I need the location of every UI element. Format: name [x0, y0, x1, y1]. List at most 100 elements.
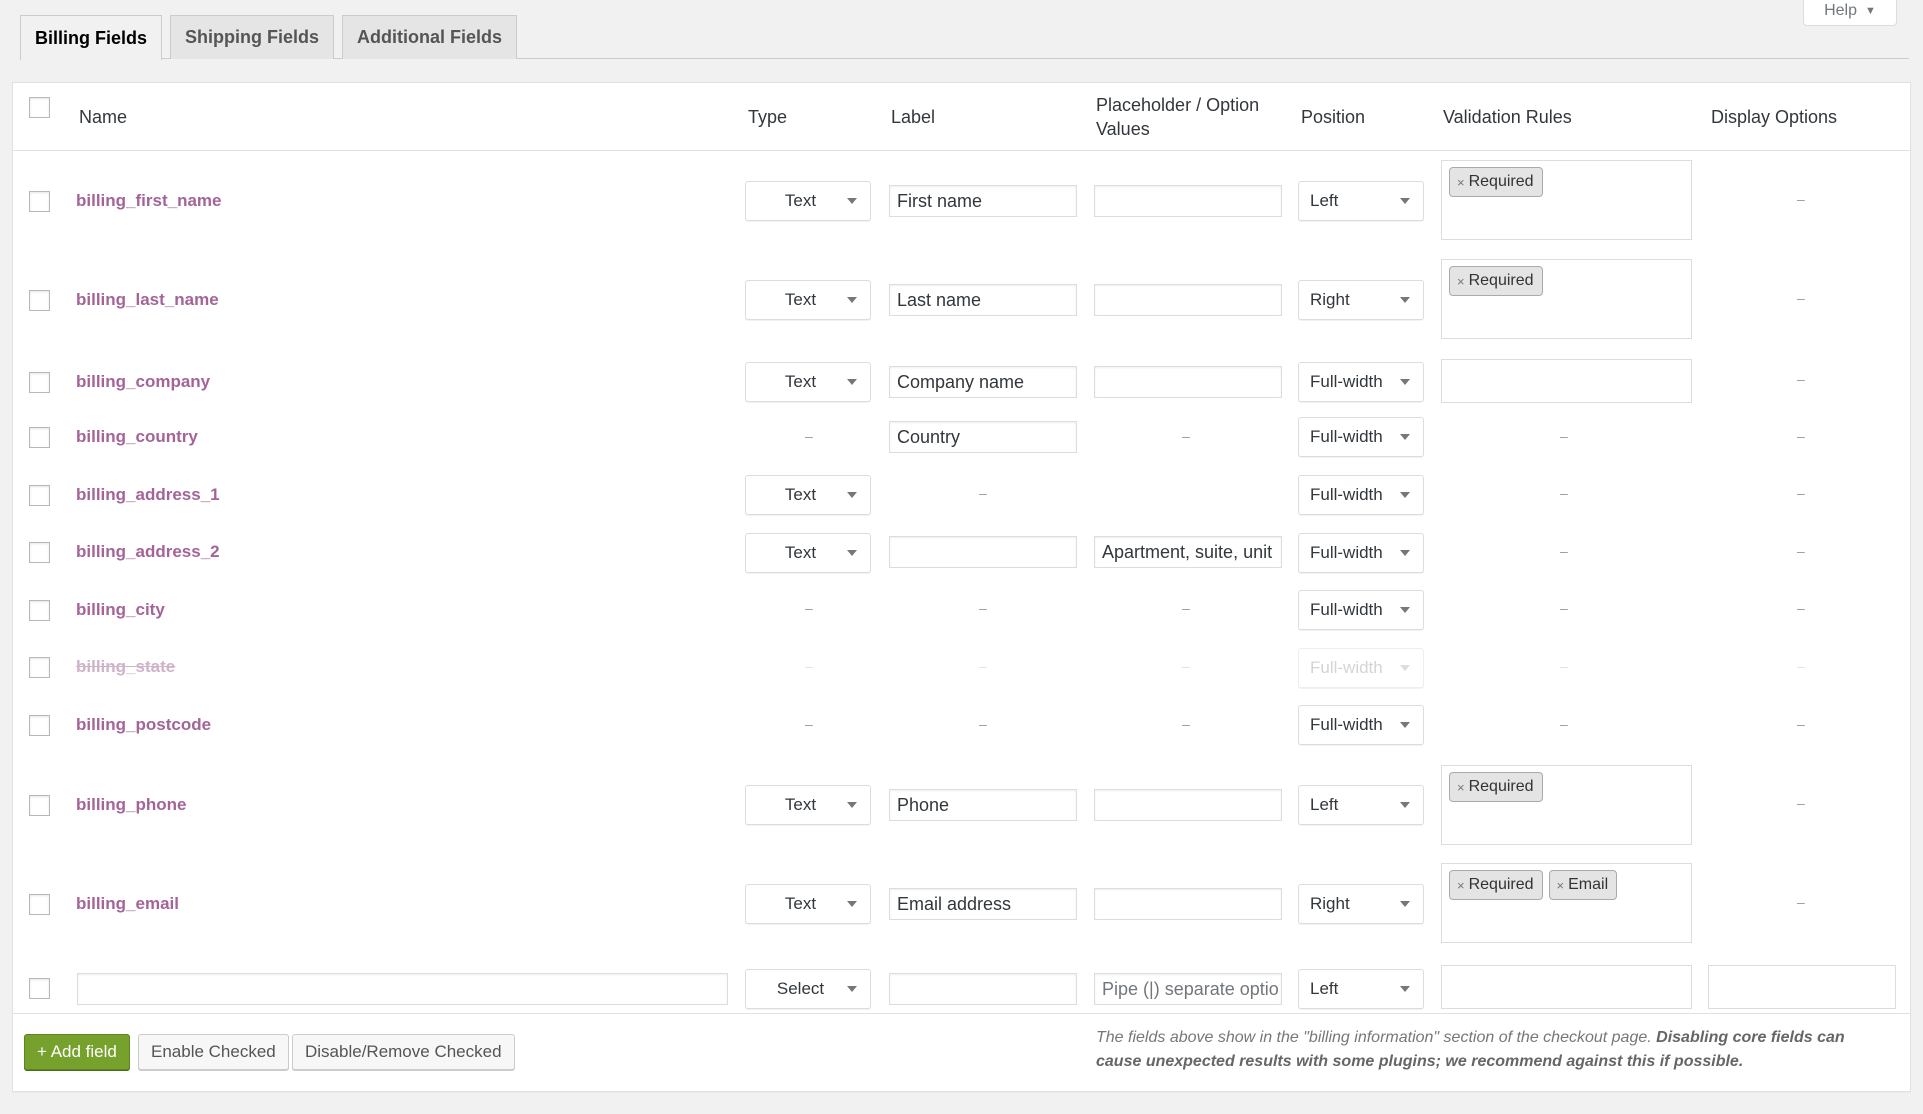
- placeholder-input[interactable]: [1094, 888, 1282, 920]
- type-select[interactable]: Text: [745, 362, 871, 402]
- type-value: Text: [784, 543, 817, 562]
- validation-rules-box[interactable]: × Required: [1441, 160, 1692, 240]
- remove-tag-icon[interactable]: ×: [1457, 878, 1465, 893]
- field-name-link[interactable]: billing_email: [76, 892, 179, 916]
- caret-down-icon: [1400, 722, 1410, 728]
- enable-checked-button[interactable]: Enable Checked: [138, 1034, 289, 1070]
- field-name-link[interactable]: billing_city: [76, 598, 165, 622]
- remove-tag-icon[interactable]: ×: [1457, 780, 1465, 795]
- table-header: Name Type Label Placeholder / Option Val…: [13, 83, 1910, 151]
- label-value: –: [979, 716, 987, 732]
- type-select[interactable]: Text: [745, 533, 871, 573]
- placeholder-input[interactable]: [1094, 284, 1282, 316]
- caret-down-icon: [847, 550, 857, 556]
- validation-rules-box[interactable]: [1441, 965, 1692, 1009]
- row-checkbox[interactable]: [29, 657, 50, 678]
- position-select[interactable]: Full-width: [1298, 705, 1424, 745]
- row-checkbox[interactable]: [29, 894, 50, 915]
- new-field-row: Select Pipe (|) separate optio Left: [13, 954, 1910, 1016]
- placeholder-input[interactable]: [1094, 185, 1282, 217]
- position-value: Full-width: [1310, 715, 1383, 734]
- type-select[interactable]: Text: [745, 884, 871, 924]
- new-field-name-input[interactable]: [77, 973, 728, 1005]
- caret-down-icon: [1400, 802, 1410, 808]
- row-checkbox[interactable]: [29, 978, 50, 999]
- display-options-value: –: [1797, 290, 1805, 306]
- select-all-checkbox[interactable]: [29, 97, 50, 118]
- field-name-link[interactable]: billing_company: [76, 370, 210, 394]
- label-input[interactable]: Company name: [889, 366, 1077, 398]
- tab-shipping-fields[interactable]: Shipping Fields: [170, 15, 335, 59]
- remove-tag-icon[interactable]: ×: [1457, 274, 1465, 289]
- position-select[interactable]: Right: [1298, 884, 1424, 924]
- validation-rules-box[interactable]: [1441, 359, 1692, 403]
- type-select[interactable]: Text: [745, 181, 871, 221]
- validation-tag: × Email: [1548, 870, 1618, 900]
- position-select[interactable]: Full-width: [1298, 417, 1424, 457]
- caret-down-icon: [847, 901, 857, 907]
- position-value: Left: [1310, 191, 1339, 210]
- field-name-link[interactable]: billing_country: [76, 425, 198, 449]
- label-input[interactable]: [889, 973, 1077, 1005]
- label-input[interactable]: Country: [889, 421, 1077, 453]
- placeholder-input[interactable]: Pipe (|) separate optio: [1094, 973, 1282, 1005]
- row-checkbox[interactable]: [29, 290, 50, 311]
- disable-remove-checked-button[interactable]: Disable/Remove Checked: [292, 1034, 515, 1070]
- table-row: billing_phone Text Phone Left × Required …: [13, 756, 1910, 854]
- type-select[interactable]: Select: [745, 969, 871, 1009]
- placeholder-input[interactable]: [1094, 789, 1282, 821]
- field-name-link[interactable]: billing_postcode: [76, 713, 211, 737]
- remove-tag-icon[interactable]: ×: [1557, 878, 1565, 893]
- position-select[interactable]: Full-width: [1298, 533, 1424, 573]
- field-name-link[interactable]: billing_first_name: [76, 189, 221, 213]
- position-select[interactable]: Full-width: [1298, 590, 1424, 630]
- label-value: –: [979, 658, 987, 674]
- row-checkbox[interactable]: [29, 715, 50, 736]
- caret-down-icon: [1400, 607, 1410, 613]
- type-select[interactable]: Text: [745, 280, 871, 320]
- display-options-box[interactable]: [1708, 965, 1896, 1009]
- row-checkbox[interactable]: [29, 795, 50, 816]
- field-name-link[interactable]: billing_address_1: [76, 483, 220, 507]
- label-input[interactable]: Last name: [889, 284, 1077, 316]
- position-select[interactable]: Left: [1298, 181, 1424, 221]
- validation-rules-box[interactable]: × Required: [1441, 765, 1692, 845]
- tab-additional-fields[interactable]: Additional Fields: [342, 15, 518, 59]
- field-name-link[interactable]: billing_state: [76, 655, 175, 679]
- placeholder-input[interactable]: [1094, 366, 1282, 398]
- label-input[interactable]: [889, 536, 1077, 568]
- validation-rules-box[interactable]: × Required: [1441, 259, 1692, 339]
- type-value: –: [805, 600, 813, 616]
- position-select[interactable]: Left: [1298, 785, 1424, 825]
- row-checkbox[interactable]: [29, 191, 50, 212]
- position-select[interactable]: Full-width: [1298, 475, 1424, 515]
- placeholder-input[interactable]: Apartment, suite, unit: [1094, 536, 1282, 568]
- field-name-link[interactable]: billing_address_2: [76, 540, 220, 564]
- position-select[interactable]: Right: [1298, 280, 1424, 320]
- display-options-value: –: [1797, 191, 1805, 207]
- row-checkbox[interactable]: [29, 372, 50, 393]
- field-name-link[interactable]: billing_last_name: [76, 288, 219, 312]
- add-field-button[interactable]: + Add field: [24, 1034, 130, 1070]
- row-checkbox[interactable]: [29, 600, 50, 621]
- tab-billing-fields[interactable]: Billing Fields: [20, 15, 163, 60]
- label-input[interactable]: Email address: [889, 888, 1077, 920]
- validation-rules-box[interactable]: × Required × Email: [1441, 863, 1692, 943]
- label-input[interactable]: First name: [889, 185, 1077, 217]
- caret-down-icon: [847, 379, 857, 385]
- position-select[interactable]: Left: [1298, 969, 1424, 1009]
- field-name-link[interactable]: billing_phone: [76, 793, 187, 817]
- type-value: Text: [784, 191, 817, 210]
- label-input[interactable]: Phone: [889, 789, 1077, 821]
- position-select[interactable]: Full-width: [1298, 362, 1424, 402]
- validation-tag-label: Required: [1468, 778, 1534, 795]
- type-select[interactable]: Text: [745, 475, 871, 515]
- display-options-value: –: [1797, 795, 1805, 811]
- row-checkbox[interactable]: [29, 485, 50, 506]
- validation-value: –: [1560, 485, 1568, 501]
- type-select[interactable]: Text: [745, 785, 871, 825]
- remove-tag-icon[interactable]: ×: [1457, 175, 1465, 190]
- row-checkbox[interactable]: [29, 427, 50, 448]
- column-validation: Validation Rules: [1443, 107, 1572, 127]
- row-checkbox[interactable]: [29, 542, 50, 563]
